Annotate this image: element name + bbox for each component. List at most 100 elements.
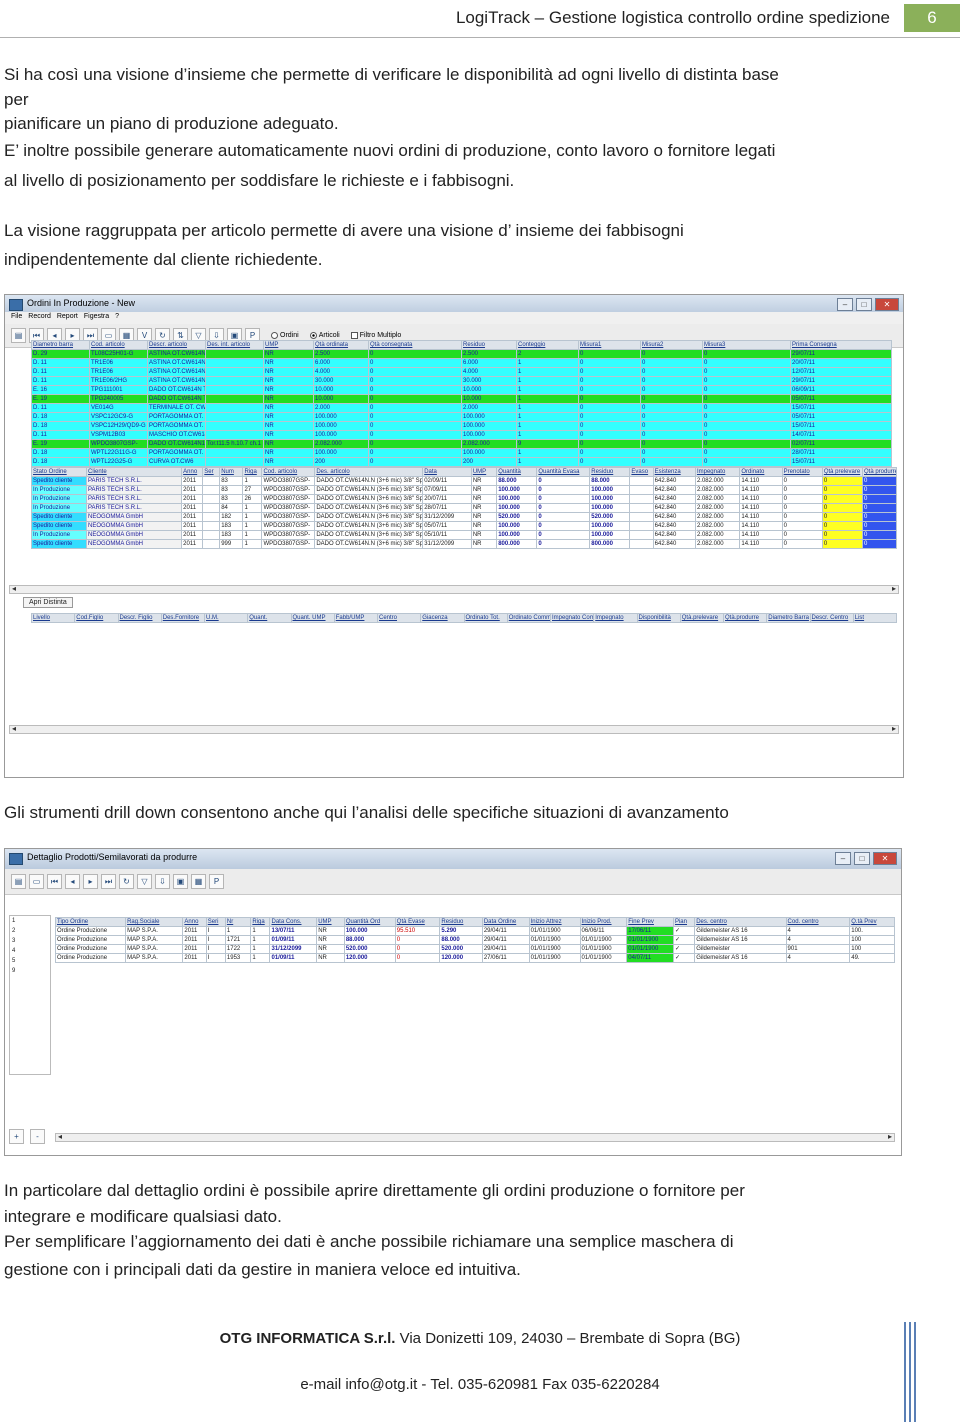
table-row[interactable]: E. 19 WPDO3807GSP- DADO OT.CW614N1 Tor.t11.…	[31, 439, 892, 449]
footer-address: OTG INFORMATICA S.r.l. Via Donizetti 109…	[0, 1330, 960, 1347]
menu-file[interactable]: File	[11, 313, 22, 320]
table-cell: 14/07/11	[790, 430, 892, 440]
table-row[interactable]: Spedito cliente NEOGOMMA GmbH 2011 182 1 WPDO…	[31, 512, 897, 522]
table-cell: 0	[578, 376, 641, 386]
column-header: Qtà ordinata	[313, 340, 369, 350]
table-row[interactable]: Spedito cliente NEOGOMMA GmbH 2011 183 1 WPDO…	[31, 521, 897, 531]
table-row[interactable]: Ordine Produzione MAP S.P.A. 2011 I 1722 1 31/…	[54, 944, 895, 954]
table-row[interactable]: D. 18VSPC12H29/QD9-GPORTAGOMMA OT. g 9,8…	[31, 421, 892, 431]
table-row[interactable]: In Produzione PARIS TECH S.R.L. 2011 84 1 WPD…	[31, 503, 897, 513]
column-header: Cod.Figlio	[74, 613, 119, 623]
table-row[interactable]: Ordine Produzione MAP S.P.A. 2011 I 1721 1 01/…	[54, 935, 895, 945]
close-icon[interactable]: ✕	[873, 852, 897, 865]
next-record-icon[interactable]: ▸	[83, 874, 98, 889]
print-icon[interactable]: ▤	[11, 874, 26, 889]
table-cell: 05/07/11	[790, 394, 892, 404]
minimize-icon[interactable]: –	[835, 852, 851, 865]
table-cell: NR	[470, 512, 498, 522]
column-header: Qtà prelevare	[821, 467, 864, 477]
column-header: Ser	[202, 467, 221, 477]
table-cell: 2.082.000	[694, 512, 741, 522]
menu-figestra[interactable]: Figestra	[84, 313, 109, 320]
table-row[interactable]: In Produzione NEOGOMMA GmbH 2011 183 1 WPDO38…	[31, 530, 897, 540]
table-cell: 83	[219, 476, 244, 486]
table-row[interactable]: D. 11 VE014G TERMINALE OT. CW NR 2.000 0 2.000…	[31, 403, 892, 413]
table-cell: 1	[516, 358, 579, 368]
table-cell: WPDO3807GSP-	[89, 439, 148, 449]
maximize-icon[interactable]: □	[856, 298, 872, 311]
table-cell: PARIS TECH S.R.L.	[85, 476, 183, 486]
first-record-icon[interactable]: ⏮	[47, 874, 62, 889]
tree-item[interactable]: 9	[12, 966, 50, 976]
tree-item[interactable]: 4	[12, 946, 50, 956]
table-cell: PORTAGOMMA OT. g 9,8	[147, 412, 206, 422]
maximize-icon[interactable]: □	[854, 852, 870, 865]
table-cell: VE014G	[89, 403, 148, 413]
prev-record-icon[interactable]: ◂	[65, 874, 80, 889]
collapse-button[interactable]: -	[30, 1129, 45, 1144]
horizontal-scrollbar-2[interactable]	[9, 724, 899, 734]
table-row[interactable]: D. 11TR1E06/2HGASTINA OT.CW614N h.47 17 …	[31, 376, 892, 386]
table-cell: 0	[821, 521, 864, 531]
table-row[interactable]: D. 18VSPC12GC9-GPORTAGOMMA OT. g 9,8NR10…	[31, 412, 892, 422]
table-cell: 29/04/11	[481, 926, 530, 936]
table-row[interactable]: D. 18 WPTL22G25-G CURVA OT.CW6 NR 200 0 200 1 0 0…	[31, 457, 892, 467]
last-record-icon[interactable]: ⏭	[101, 874, 116, 889]
close-icon[interactable]: ✕	[875, 298, 899, 311]
table-row[interactable]: E. 19TPG240005DADO OT.CW614N T.h.75 ch.1…	[31, 394, 892, 404]
table-cell: TR1E06	[89, 358, 148, 368]
grid-icon[interactable]: ▦	[191, 874, 206, 889]
column-header: Giacenza	[420, 613, 465, 623]
table-row[interactable]: Spedito cliente NEOGOMMA GmbH 2011 999 1 WPDO…	[31, 539, 897, 549]
menu-record[interactable]: Record	[28, 313, 51, 320]
table-cell: Ordine Produzione	[54, 953, 127, 963]
para1-line: per	[4, 90, 29, 109]
print-icon[interactable]: ▤	[11, 328, 26, 343]
tree-item[interactable]: 3	[12, 936, 50, 946]
table-row[interactable]: In Produzione PARIS TECH S.R.L. 2011 83 27 WP…	[31, 485, 897, 495]
menu-report[interactable]: Report	[57, 313, 78, 320]
filter-icon[interactable]: ▽	[137, 874, 152, 889]
table-cell: 0	[862, 512, 897, 522]
table-row[interactable]: D. 11TR1E06ASTINA OT.CW614N g 7NR6.00006…	[31, 358, 892, 368]
open-distinta-button[interactable]: Apri Distinta	[23, 597, 73, 608]
table-cell: DADO OT.CW614N.N (3+6 mic) 3/8" Spig	[314, 503, 424, 513]
preview-icon[interactable]: P	[209, 874, 224, 889]
radio-articoli[interactable]: Articoli	[309, 332, 340, 339]
expand-button[interactable]: +	[9, 1129, 24, 1144]
column-header: Tipo Ordine	[54, 917, 127, 927]
export-icon[interactable]: ⇩	[155, 874, 170, 889]
refresh-icon[interactable]: ↻	[119, 874, 134, 889]
tree-item[interactable]: 5	[12, 956, 50, 966]
table-cell: 1	[516, 403, 579, 413]
column-header: Quantità Evasa	[536, 467, 591, 477]
table-row[interactable]: In Produzione PARIS TECH S.R.L. 2011 83 26 WP…	[31, 494, 897, 504]
table-cell: 14.110	[739, 476, 783, 486]
table-row[interactable]: D. 18WPTL22G11G-GPORTAGOMMA OT. g 9,8NR1…	[31, 448, 892, 458]
save-icon[interactable]: ▣	[173, 874, 188, 889]
paragraph-3: Gli strumenti drill down consentono anch…	[4, 800, 954, 826]
table-row[interactable]: D. 11VSPM12B03MASCHIO OT.CW614N g 9,8NR1…	[31, 430, 892, 440]
table-cell: 83	[219, 494, 244, 504]
tree-item[interactable]: 2	[12, 926, 50, 936]
tree-item[interactable]: 1	[12, 916, 50, 926]
table-cell: 5.290	[439, 926, 483, 936]
table-cell: Ordine Produzione	[54, 926, 127, 936]
table-row[interactable]: Spedito cliente PARIS TECH S.R.L. 2011 83 1 W…	[31, 476, 897, 486]
horizontal-scrollbar[interactable]	[55, 1132, 895, 1142]
radio-ordini[interactable]: Ordini	[271, 332, 299, 339]
table-row[interactable]: D. 29 TL08C25H01-G ASTINA OT.CW614N NR 2.500…	[31, 349, 892, 359]
minimize-icon[interactable]: –	[837, 298, 853, 311]
column-header: Conteggio	[516, 340, 579, 350]
horizontal-scrollbar[interactable]	[9, 584, 899, 594]
table-cell: 0	[702, 385, 791, 395]
table-row[interactable]: E. 16TPG111001DADO OT.CW614N T.h.75 ch.1…	[31, 385, 892, 395]
table-row[interactable]: Ordine Produzione MAP S.P.A. 2011 I 1953 1 01/…	[54, 953, 895, 963]
table-cell: 0	[702, 439, 791, 449]
table-row[interactable]: D. 11TR1E06ASTINA OT.CW614N g 5NR4.00004…	[31, 367, 892, 377]
table-cell: 0	[640, 412, 703, 422]
table-row[interactable]: Ordine Produzione MAP S.P.A. 2011 I 1 1 13/07/…	[54, 926, 895, 936]
checkbox-filtro-multiplo[interactable]: Filtro Multiplo	[350, 332, 401, 339]
monitor-icon[interactable]: ▭	[29, 874, 44, 889]
menu-help[interactable]: ?	[115, 313, 119, 320]
